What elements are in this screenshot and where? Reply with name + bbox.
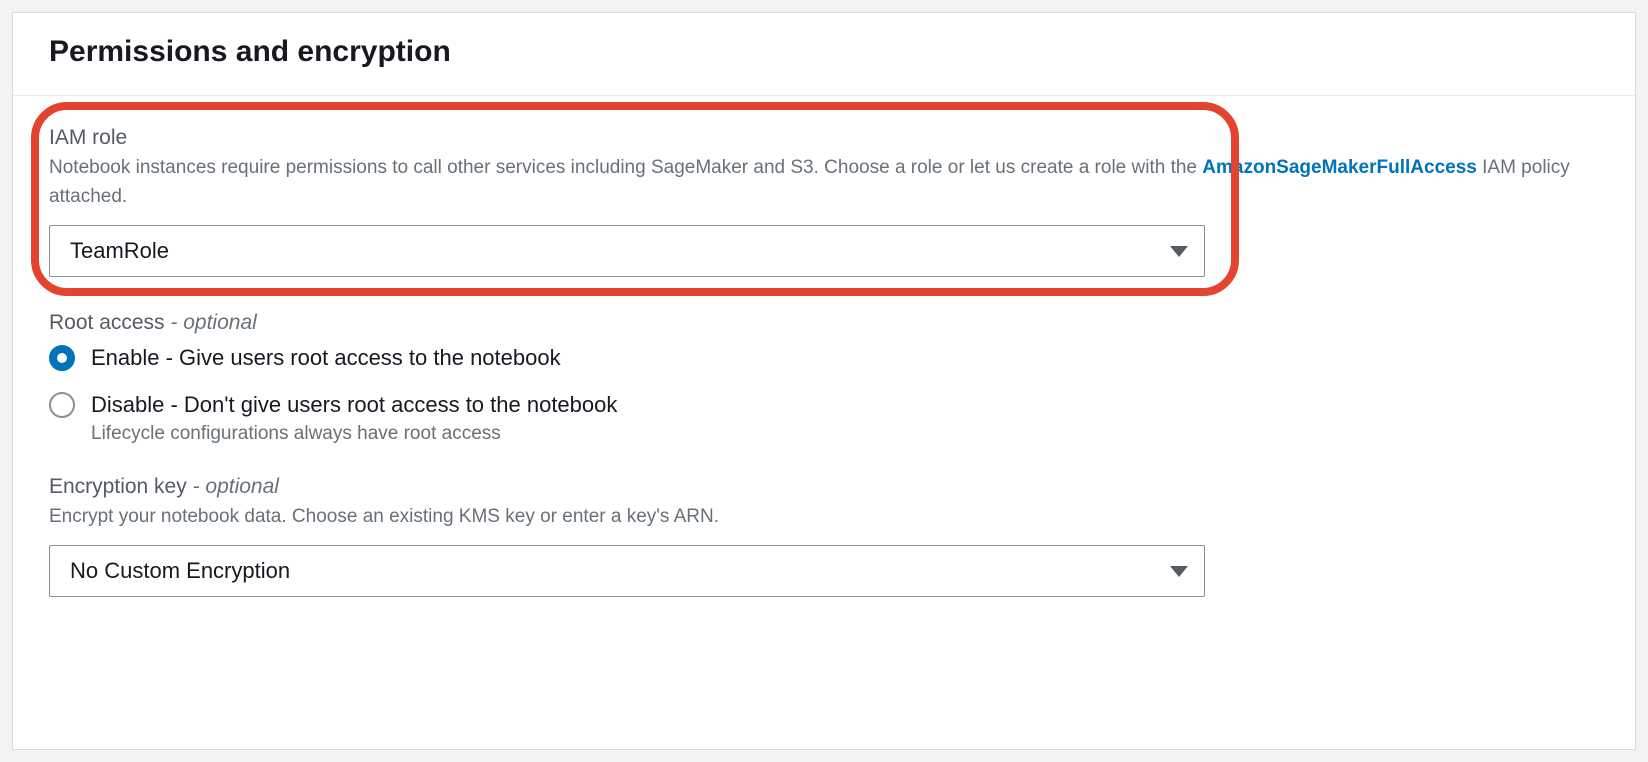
iam-role-description: Notebook instances require permissions t… [49, 154, 1599, 211]
encryption-key-field: Encryption key - optional Encrypt your n… [49, 475, 1599, 598]
iam-role-description-pre: Notebook instances require permissions t… [49, 157, 1202, 178]
panel-body: IAM role Notebook instances require perm… [13, 96, 1635, 661]
root-access-disable-subtext: Lifecycle configurations always have roo… [91, 423, 617, 445]
panel-title: Permissions and encryption [49, 35, 1599, 69]
root-access-radio-group: Enable - Give users root access to the n… [49, 343, 1599, 445]
iam-role-field: IAM role Notebook instances require perm… [49, 126, 1599, 277]
radio-unselected-icon [49, 392, 75, 418]
root-access-label: Root access - optional [49, 311, 1599, 335]
iam-role-label: IAM role [49, 126, 1599, 150]
root-access-field: Root access - optional Enable - Give use… [49, 311, 1599, 445]
encryption-key-select[interactable]: No Custom Encryption [49, 545, 1205, 597]
root-access-enable-text: Enable - Give users root access to the n… [91, 343, 561, 374]
root-access-optional: - optional [165, 311, 257, 334]
root-access-label-text: Root access [49, 311, 165, 334]
encryption-key-optional: - optional [187, 475, 279, 498]
encryption-key-label-text: Encryption key [49, 475, 187, 498]
encryption-key-description: Encrypt your notebook data. Choose an ex… [49, 503, 1599, 532]
root-access-enable-radio[interactable]: Enable - Give users root access to the n… [49, 343, 1599, 374]
permissions-encryption-panel: Permissions and encryption IAM role Note… [12, 12, 1636, 750]
caret-down-icon [1170, 246, 1188, 257]
iam-role-selected-value: TeamRole [70, 238, 169, 264]
root-access-disable-radio[interactable]: Disable - Don't give users root access t… [49, 390, 1599, 445]
encryption-key-selected-value: No Custom Encryption [70, 558, 290, 584]
caret-down-icon [1170, 566, 1188, 577]
panel-header: Permissions and encryption [13, 13, 1635, 96]
iam-role-select[interactable]: TeamRole [49, 225, 1205, 277]
root-access-disable-text: Disable - Don't give users root access t… [91, 390, 617, 421]
radio-selected-icon [49, 345, 75, 371]
encryption-key-label: Encryption key - optional [49, 475, 1599, 499]
iam-policy-link[interactable]: AmazonSageMakerFullAccess [1202, 157, 1477, 178]
